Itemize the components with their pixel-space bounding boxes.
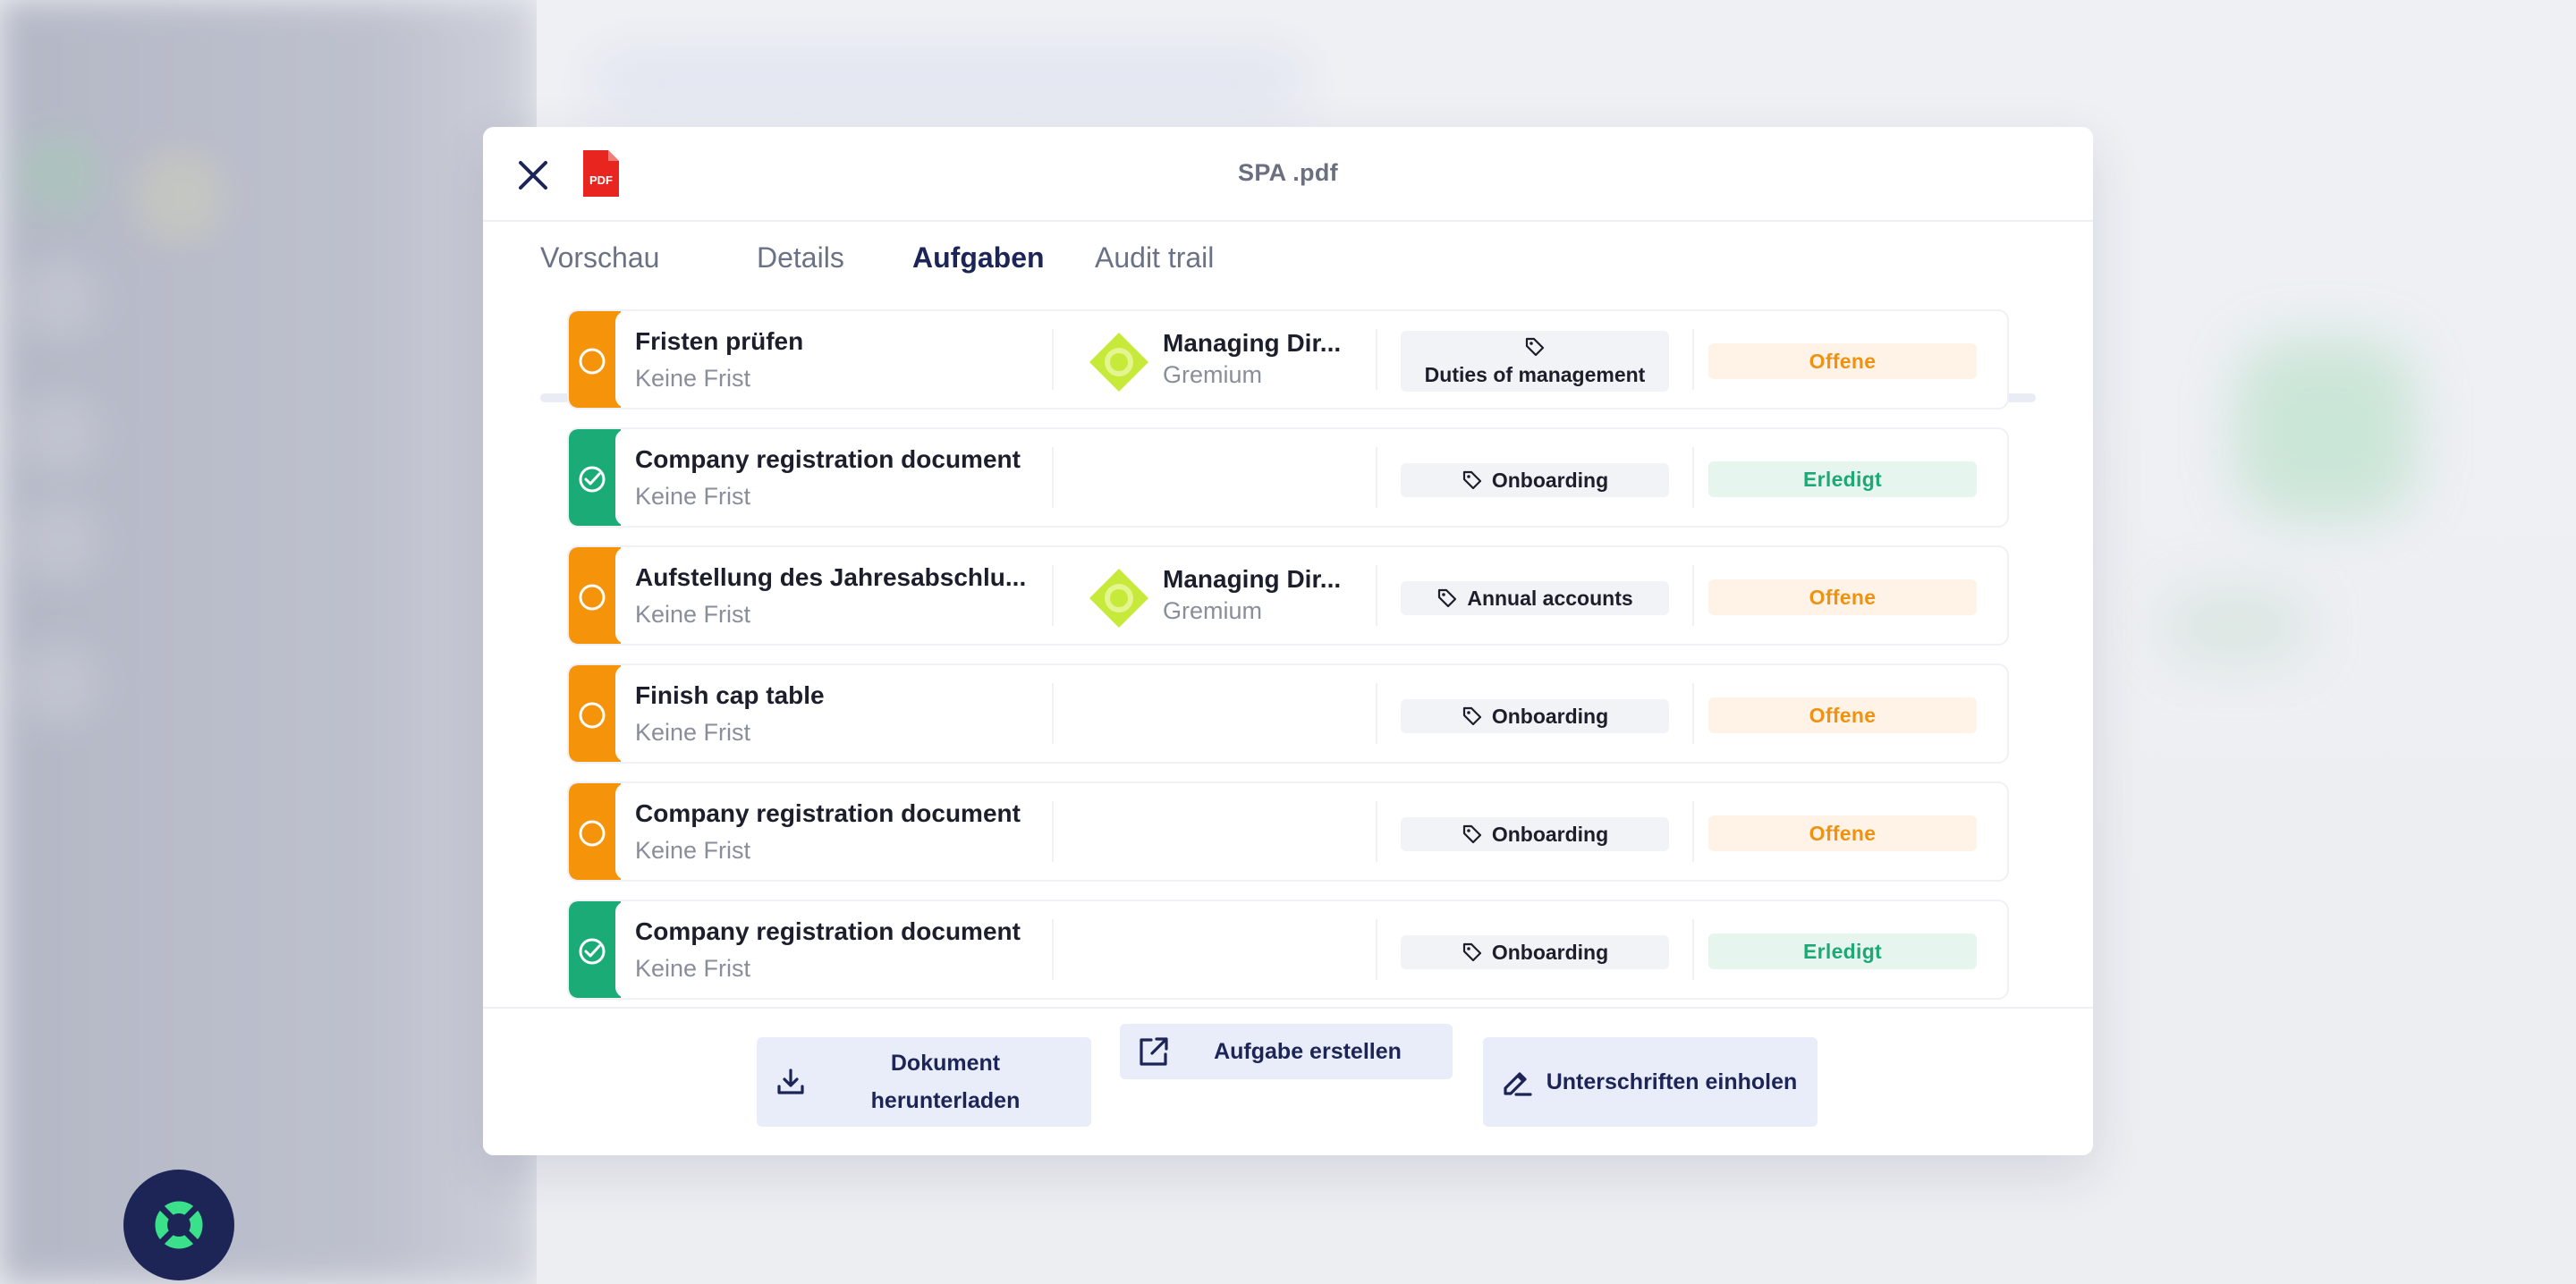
check-circle-icon[interactable] bbox=[576, 463, 608, 495]
download-label: Dokument herunterladen bbox=[870, 1051, 1021, 1113]
tag-icon bbox=[1525, 337, 1545, 356]
create-task-label: Aufgabe erstellen bbox=[1214, 1039, 1402, 1064]
create-task-button[interactable]: Aufgabe erstellen bbox=[1120, 1024, 1453, 1079]
task-tag: Onboarding bbox=[1401, 463, 1669, 497]
tag-label: Annual accounts bbox=[1467, 586, 1633, 610]
tag-label: Onboarding bbox=[1491, 704, 1609, 728]
status-badge: Offene bbox=[1708, 343, 1977, 379]
status-badge: Erledigt bbox=[1708, 461, 1977, 497]
tag-icon bbox=[1438, 588, 1457, 608]
avatar bbox=[1089, 569, 1148, 628]
status-badge: Offene bbox=[1708, 579, 1977, 615]
help-button[interactable] bbox=[123, 1170, 234, 1280]
open-external-icon bbox=[1136, 1034, 1172, 1069]
tag-icon bbox=[1462, 706, 1481, 726]
document-modal: PDF SPA .pdf Vorschau Details Aufgaben A… bbox=[483, 127, 2093, 1155]
status-strip bbox=[569, 429, 621, 526]
signatures-label: Unterschriften einholen bbox=[1546, 1069, 1798, 1094]
status-badge: Erledigt bbox=[1708, 933, 1977, 969]
status-strip bbox=[569, 665, 621, 762]
assignee-role: Gremium bbox=[1163, 597, 1263, 624]
assignee-name: Managing Dir... bbox=[1163, 329, 1342, 357]
tab-audit-trail[interactable]: Audit trail bbox=[1095, 241, 1214, 275]
task-deadline: Keine Frist bbox=[635, 719, 751, 746]
task-deadline: Keine Frist bbox=[635, 837, 751, 864]
tag-label: Onboarding bbox=[1491, 468, 1609, 492]
tab-aufgaben[interactable]: Aufgaben bbox=[912, 241, 1045, 275]
tag-label: Duties of management bbox=[1424, 362, 1646, 386]
task-tag: Onboarding bbox=[1401, 817, 1669, 851]
tag-icon bbox=[1462, 824, 1481, 844]
circle-icon[interactable] bbox=[576, 345, 608, 377]
task-tag: Onboarding bbox=[1401, 935, 1669, 969]
task-tag: Onboarding bbox=[1401, 699, 1669, 733]
tab-details[interactable]: Details bbox=[757, 241, 844, 275]
task-row[interactable]: Company registration document Keine Fris… bbox=[567, 900, 2009, 1000]
status-strip bbox=[569, 901, 621, 998]
tag-label: Onboarding bbox=[1491, 822, 1609, 846]
task-title: Company registration document bbox=[635, 917, 1021, 945]
assignee: Managing Dir... Gremium bbox=[1088, 563, 1356, 631]
task-title: Aufstellung des Jahresabschlu... bbox=[635, 563, 1027, 591]
status-strip bbox=[569, 547, 621, 644]
circle-icon[interactable] bbox=[576, 699, 608, 731]
download-document-button[interactable]: Dokument herunterladen bbox=[757, 1037, 1091, 1127]
request-signatures-button[interactable]: Unterschriften einholen bbox=[1483, 1037, 1818, 1127]
task-row[interactable]: Aufstellung des Jahresabschlu... Keine F… bbox=[567, 545, 2009, 646]
lifebuoy-icon bbox=[152, 1198, 206, 1252]
check-circle-icon[interactable] bbox=[576, 935, 608, 967]
task-row[interactable]: Finish cap table Keine Frist Onboarding … bbox=[567, 663, 2009, 764]
task-title: Company registration document bbox=[635, 445, 1021, 473]
task-deadline: Keine Frist bbox=[635, 365, 751, 392]
modal-header: PDF SPA .pdf bbox=[483, 127, 2093, 222]
task-title: Company registration document bbox=[635, 799, 1021, 827]
tag-icon bbox=[1462, 470, 1481, 490]
assignee-role: Gremium bbox=[1163, 361, 1263, 388]
tag-icon bbox=[1462, 942, 1481, 962]
signature-pen-icon bbox=[1499, 1064, 1535, 1100]
download-icon bbox=[773, 1064, 809, 1100]
task-deadline: Keine Frist bbox=[635, 483, 751, 510]
task-row[interactable]: Fristen prüfen Keine Frist Managing Dir.… bbox=[567, 309, 2009, 410]
status-strip bbox=[569, 783, 621, 880]
tab-vorschau[interactable]: Vorschau bbox=[540, 241, 659, 275]
task-row[interactable]: Company registration document Keine Fris… bbox=[567, 781, 2009, 882]
task-deadline: Keine Frist bbox=[635, 601, 751, 628]
task-title: Finish cap table bbox=[635, 681, 825, 709]
status-badge: Offene bbox=[1708, 815, 1977, 851]
modal-title: SPA .pdf bbox=[1238, 159, 1338, 186]
status-badge: Offene bbox=[1708, 697, 1977, 733]
task-deadline: Keine Frist bbox=[635, 955, 751, 982]
avatar bbox=[1089, 333, 1148, 392]
circle-icon[interactable] bbox=[576, 817, 608, 849]
task-tag: Duties of management bbox=[1401, 331, 1669, 392]
status-strip bbox=[569, 311, 621, 408]
assignee-name: Managing Dir... bbox=[1163, 565, 1342, 593]
task-tag: Annual accounts bbox=[1401, 581, 1669, 615]
task-title: Fristen prüfen bbox=[635, 327, 804, 355]
tag-label: Onboarding bbox=[1491, 940, 1609, 964]
task-row[interactable]: Company registration document Keine Fris… bbox=[567, 427, 2009, 528]
assignee: Managing Dir... Gremium bbox=[1088, 327, 1356, 395]
circle-icon[interactable] bbox=[576, 581, 608, 613]
modal-footer: Dokument herunterladen Aufgabe erstellen… bbox=[483, 1007, 2093, 1155]
